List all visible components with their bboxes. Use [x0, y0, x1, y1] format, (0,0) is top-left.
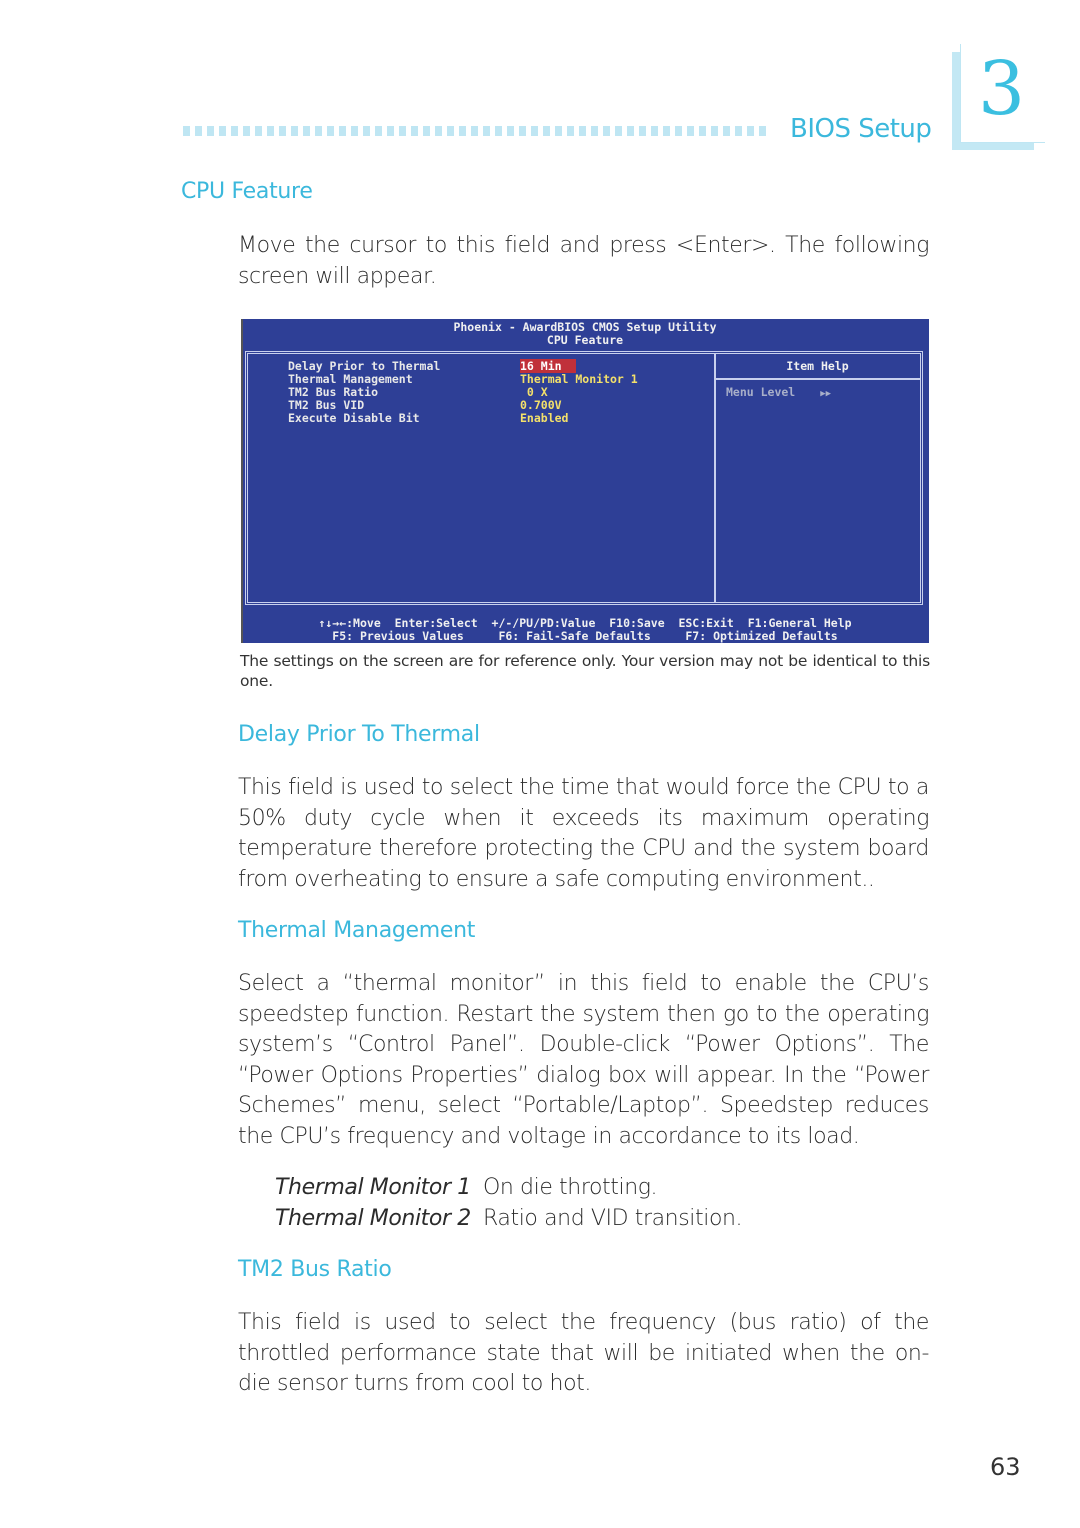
chapter-title: BIOS Setup [790, 114, 932, 144]
header-dotted-rule [183, 126, 766, 136]
bios-item-label[interactable]: Thermal Management [288, 372, 413, 386]
rule-dot [327, 126, 334, 136]
bios-item-value-selected[interactable]: 16 Min [520, 359, 576, 373]
bios-main-frame: Delay Prior to Thermal 16 Min Thermal Ma… [245, 351, 923, 605]
bios-help-divider [715, 378, 920, 380]
rule-dot [639, 126, 646, 136]
menu-level-label: Menu Level [726, 385, 796, 399]
rule-dot [675, 126, 682, 136]
double-right-arrow-icon: ▶▶ [820, 389, 832, 399]
item-help-title: Item Help [786, 359, 849, 373]
subsection-title-thermal: Thermal Management [238, 918, 476, 943]
rule-dot [759, 126, 766, 136]
rule-dot [363, 126, 370, 136]
rule-dot [747, 126, 754, 136]
bios-item-label[interactable]: TM2 Bus Ratio [288, 385, 378, 399]
bios-footer-keys: ↑↓→←:Move Enter:Select +/-/PU/PD:Value F… [318, 616, 852, 630]
option-name: Thermal Monitor 2 [275, 1206, 471, 1231]
subsection-body-thermal: Select a “thermal monitor” in this field… [238, 971, 929, 1149]
rule-dot [267, 126, 274, 136]
rule-dot [519, 126, 526, 136]
rule-dot [579, 126, 586, 136]
rule-dot [531, 126, 538, 136]
rule-dot [711, 126, 718, 136]
rule-dot [351, 126, 358, 136]
rule-dot [219, 126, 226, 136]
rule-dot [255, 126, 262, 136]
bios-window-edge [241, 319, 243, 643]
page-number: 63 [990, 1453, 1021, 1481]
rule-dot [231, 126, 238, 136]
bios-screenshot: Phoenix - AwardBIOS CMOS Setup Utility C… [241, 319, 929, 643]
rule-dot [447, 126, 454, 136]
rule-dot [183, 126, 190, 136]
rule-dot [699, 126, 706, 136]
bios-footer-defaults: F5: Previous Values F6: Fail-Safe Defaul… [332, 629, 838, 643]
rule-dot [651, 126, 658, 136]
subsection-title-tm2: TM2 Bus Ratio [238, 1257, 392, 1282]
rule-dot [495, 126, 502, 136]
section-intro: Move the cursor to this field and press … [238, 233, 929, 289]
rule-dot [423, 126, 430, 136]
bios-item-label[interactable]: Delay Prior to Thermal [288, 359, 440, 373]
bios-item-label[interactable]: TM2 Bus VID [288, 398, 364, 412]
bios-item-label[interactable]: Execute Disable Bit [288, 411, 420, 425]
rule-dot [411, 126, 418, 136]
rule-dot [243, 126, 250, 136]
rule-dot [471, 126, 478, 136]
chapter-number: 3 [978, 46, 1026, 132]
rule-dot [567, 126, 574, 136]
rule-dot [603, 126, 610, 136]
rule-dot [207, 126, 214, 136]
bios-subtitle: CPU Feature [546, 333, 624, 347]
subsection-title-delay: Delay Prior To Thermal [238, 722, 480, 747]
rule-dot [735, 126, 742, 136]
rule-dot [435, 126, 442, 136]
section-title: CPU Feature [181, 179, 313, 204]
bios-title: Phoenix - AwardBIOS CMOS Setup Utility [453, 320, 717, 334]
bios-item-value[interactable]: Enabled [520, 411, 568, 425]
rule-dot [195, 126, 202, 136]
rule-dot [663, 126, 670, 136]
rule-dot [279, 126, 286, 136]
rule-dot [375, 126, 382, 136]
rule-dot [339, 126, 346, 136]
bios-divider [714, 354, 716, 602]
subsection-body-tm2: This field is used to select the frequen… [238, 1310, 929, 1396]
bios-item-value[interactable]: 0.700V [520, 398, 562, 412]
rule-dot [303, 126, 310, 136]
option-desc: On die throtting. [483, 1175, 658, 1200]
rule-dot [627, 126, 634, 136]
rule-dot [615, 126, 622, 136]
screen-note: The settings on the screen are for refer… [240, 652, 930, 690]
rule-dot [315, 126, 322, 136]
rule-dot [291, 126, 298, 136]
option-desc: Ratio and VID transition. [483, 1206, 743, 1231]
rule-dot [591, 126, 598, 136]
option-name: Thermal Monitor 1 [275, 1175, 471, 1200]
rule-dot [555, 126, 562, 136]
rule-dot [687, 126, 694, 136]
menu-level: Menu Level ▶▶ [726, 385, 831, 399]
rule-dot [723, 126, 730, 136]
rule-dot [459, 126, 466, 136]
rule-dot [507, 126, 514, 136]
bios-item-value[interactable]: 0 X [520, 385, 548, 399]
rule-dot [483, 126, 490, 136]
subsection-body-delay: This field is used to select the time th… [238, 775, 929, 892]
rule-dot [399, 126, 406, 136]
rule-dot [387, 126, 394, 136]
bios-item-value[interactable]: Thermal Monitor 1 [520, 372, 638, 386]
rule-dot [543, 126, 550, 136]
